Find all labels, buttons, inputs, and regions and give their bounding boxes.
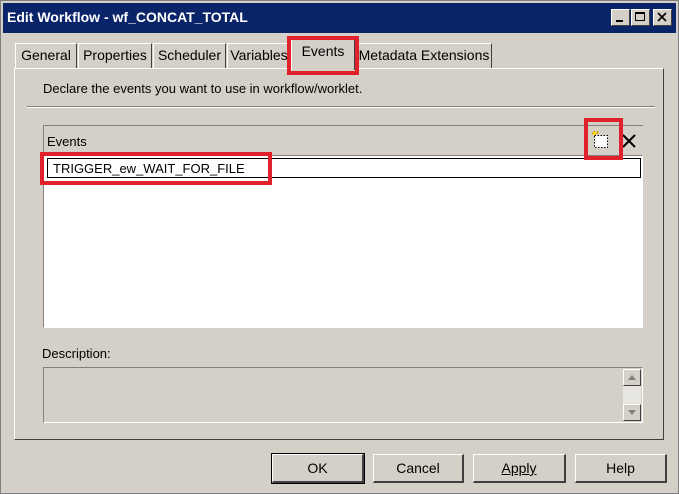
maximize-icon <box>635 12 645 21</box>
minimize-icon <box>616 20 623 22</box>
scroll-up-button[interactable] <box>623 369 641 386</box>
window-title: Edit Workflow - wf_CONCAT_TOTAL <box>7 9 248 25</box>
cancel-button[interactable]: Cancel <box>373 454 464 483</box>
tab-metadata-extensions[interactable]: Metadata Extensions <box>356 43 492 68</box>
tab-scheduler[interactable]: Scheduler <box>153 43 226 68</box>
close-button[interactable] <box>653 9 672 26</box>
edit-workflow-dialog: Edit Workflow - wf_CONCAT_TOTAL General … <box>0 0 679 494</box>
event-row-highlight <box>40 152 272 185</box>
arrow-down-icon <box>628 410 636 415</box>
close-icon <box>657 12 667 22</box>
title-bar[interactable]: Edit Workflow - wf_CONCAT_TOTAL <box>3 3 676 33</box>
apply-label: Apply <box>501 460 537 476</box>
tab-general[interactable]: General <box>15 43 77 68</box>
tab-variables[interactable]: Variables <box>227 43 291 68</box>
separator <box>27 106 655 108</box>
events-grid-label: Events <box>47 134 87 149</box>
scroll-down-button[interactable] <box>623 404 641 421</box>
new-event-highlight <box>584 118 623 160</box>
tab-properties[interactable]: Properties <box>78 43 152 68</box>
tab-events-highlight <box>287 36 359 75</box>
instruction-text: Declare the events you want to use in wo… <box>43 81 363 96</box>
ok-button[interactable]: OK <box>271 453 365 484</box>
description-field[interactable] <box>43 367 643 423</box>
apply-button[interactable]: Apply <box>473 454 566 483</box>
minimize-button[interactable] <box>611 9 630 26</box>
help-button[interactable]: Help <box>575 454 667 483</box>
maximize-button[interactable] <box>631 9 650 26</box>
arrow-up-icon <box>628 375 636 380</box>
description-scrollbar[interactable] <box>623 369 641 421</box>
description-label: Description: <box>42 346 111 361</box>
